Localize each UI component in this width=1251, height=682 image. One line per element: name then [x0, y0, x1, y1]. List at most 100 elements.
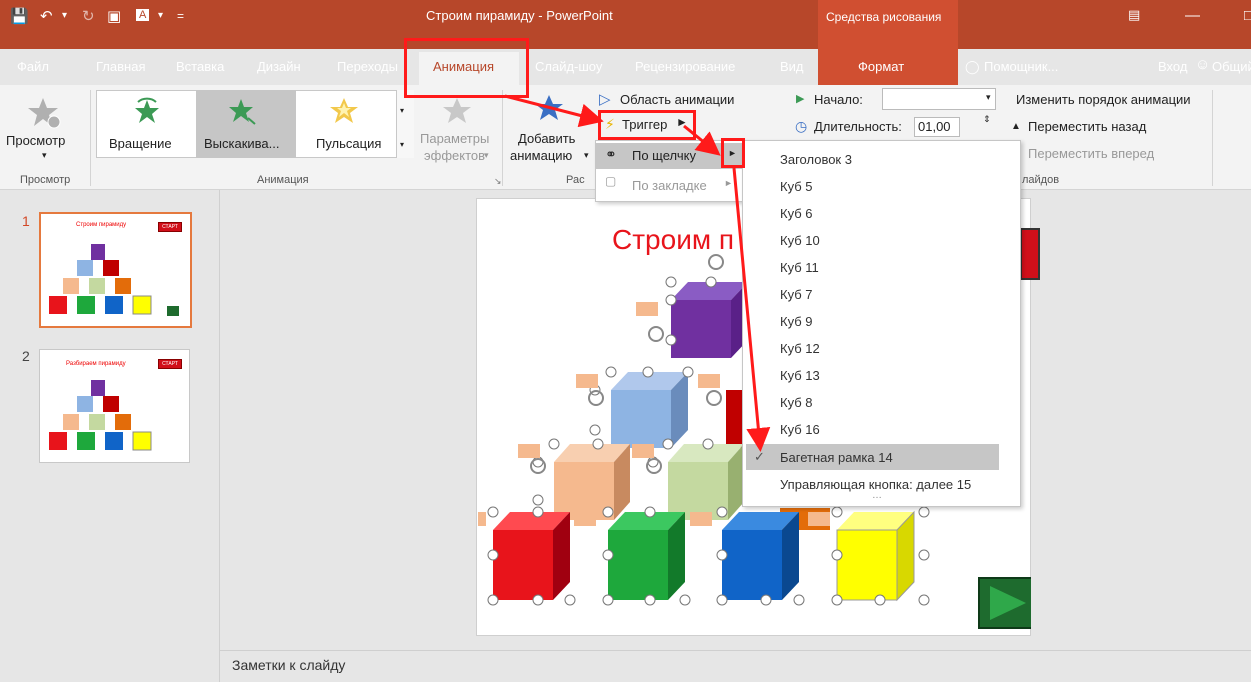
tab-insert[interactable]: Вставка: [176, 59, 224, 74]
slide-number-2: 2: [22, 348, 30, 364]
thumb-2-start: СТАРТ: [158, 359, 182, 369]
list-item[interactable]: Куб 5: [780, 179, 813, 194]
move-forward-button: Переместить вперед: [1028, 146, 1155, 161]
save-icon[interactable]: 💾: [10, 7, 29, 25]
tab-design[interactable]: Дизайн: [257, 59, 301, 74]
list-item[interactable]: Куб 11: [780, 260, 819, 275]
redo-icon: ↻: [82, 8, 95, 25]
animation-pane-button[interactable]: Область анимации: [620, 92, 734, 107]
list-item[interactable]: Куб 7: [780, 287, 813, 302]
thumb-2-pyramid: [49, 380, 152, 451]
check-icon: ✓: [754, 449, 765, 464]
signin-link[interactable]: Вход: [1158, 59, 1187, 74]
resize-grip-icon[interactable]: …: [872, 490, 882, 501]
present-icon[interactable]: ▣: [107, 7, 121, 25]
menu-on-bookmark: По закладке: [632, 178, 707, 193]
tab-review[interactable]: Рецензирование: [635, 59, 735, 74]
list-item[interactable]: Куб 8: [780, 395, 813, 410]
undo-dropdown-icon[interactable]: ▾: [62, 10, 67, 21]
list-item[interactable]: Куб 9: [780, 314, 813, 329]
lightbulb-icon: ◯: [965, 59, 980, 74]
tab-transitions[interactable]: Переходы: [337, 59, 398, 74]
animation-group-label: Анимация: [257, 174, 309, 186]
start-dropdown[interactable]: [882, 88, 996, 110]
tab-file[interactable]: Файл: [17, 59, 49, 74]
add-animation-label-2[interactable]: анимацию: [510, 148, 572, 163]
duration-input[interactable]: 01,00: [914, 117, 960, 137]
start-dropdown-icon[interactable]: ▾: [986, 92, 991, 103]
drawing-tools-label: Средства рисования: [826, 10, 942, 24]
duration-label: Длительность:: [814, 119, 902, 134]
preview-dropdown-icon[interactable]: ▾: [42, 150, 47, 161]
list-item[interactable]: Куб 6: [780, 206, 813, 221]
anim-popup-label[interactable]: Выскакива...: [204, 136, 280, 151]
duration-spinner-icon[interactable]: ⇕: [983, 114, 991, 125]
reorder-label: Изменить порядок анимации: [1016, 92, 1191, 107]
advanced-animation-group-label: Рас: [566, 174, 585, 186]
tab-slideshow[interactable]: Слайд-шоу: [535, 59, 602, 74]
annotation-box-onclick: [721, 138, 745, 168]
font-color-icon[interactable]: A: [136, 9, 150, 21]
preview-group-label: Просмотр: [20, 174, 71, 186]
list-item[interactable]: Заголовок 3: [780, 152, 852, 167]
notes-pane[interactable]: [220, 650, 1251, 682]
start-label: Начало:: [814, 92, 863, 107]
start-icon: ▶: [796, 93, 805, 105]
mouse-icon: ⚭: [605, 146, 617, 162]
title-bar: 💾 ↶ ▾ ↻ ▣ A ▾ = Строим пирамиду - PowerP…: [0, 0, 1251, 49]
ribbon-options-icon[interactable]: ▤: [1128, 7, 1140, 23]
effect-options-label-2: эффектов: [424, 148, 486, 163]
maximize-icon[interactable]: □: [1244, 7, 1251, 24]
thumb-1-start: СТАРТ: [158, 222, 182, 232]
anim-rotate-label[interactable]: Вращение: [109, 136, 172, 151]
list-item[interactable]: Куб 10: [780, 233, 820, 248]
dialog-launcher-icon[interactable]: ↘: [494, 176, 502, 187]
thumb-1-title: Строим пирамиду: [76, 222, 127, 228]
thumb-1-pyramid: [49, 244, 179, 316]
share-button[interactable]: Общий: [1212, 59, 1251, 74]
divider: [1212, 90, 1213, 186]
thumb-2-title: Разбираем пирамиду: [66, 361, 126, 367]
move-back-button[interactable]: Переместить назад: [1028, 119, 1146, 134]
pulse-anim-icon[interactable]: [329, 96, 359, 126]
list-item[interactable]: Багетная рамка 14: [780, 450, 893, 465]
animation-pane-icon[interactable]: ▷: [599, 90, 611, 108]
anim-pulse-label[interactable]: Пульсация: [316, 136, 381, 151]
tell-me-field[interactable]: Помощник...: [984, 59, 1058, 74]
notes-placeholder[interactable]: Заметки к слайду: [232, 657, 345, 673]
gallery-down-icon[interactable]: ▾: [400, 106, 404, 115]
bookmark-icon: ▢: [605, 174, 617, 188]
preview-star-icon[interactable]: [28, 96, 62, 130]
tab-home[interactable]: Главная: [96, 59, 145, 74]
divider: [502, 90, 503, 186]
customize-qat-icon[interactable]: =: [177, 9, 184, 23]
rotate-anim-icon[interactable]: [132, 96, 162, 126]
move-back-icon[interactable]: ▲: [1011, 121, 1021, 132]
tab-view[interactable]: Вид: [780, 59, 804, 74]
list-item[interactable]: Куб 16: [780, 422, 820, 437]
list-item[interactable]: Куб 12: [780, 341, 820, 356]
share-icon[interactable]: ☺: [1195, 56, 1210, 73]
timing-group-label: лайдов: [1022, 174, 1060, 186]
clock-icon: ◷: [795, 118, 808, 134]
gallery-scrollbar[interactable]: [396, 90, 414, 158]
divider: [90, 90, 91, 186]
list-item[interactable]: Куб 13: [780, 368, 820, 383]
tab-format[interactable]: Формат: [858, 59, 904, 74]
effect-options-star-icon: [443, 98, 471, 123]
undo-icon[interactable]: ↶: [40, 7, 53, 25]
add-animation-dropdown-icon[interactable]: ▾: [584, 150, 589, 161]
font-color-dropdown-icon[interactable]: ▾: [158, 10, 163, 21]
add-animation-star-icon[interactable]: [532, 92, 566, 126]
popup-anim-icon[interactable]: [228, 96, 258, 126]
effect-options-dropdown-icon: ▾: [484, 150, 489, 160]
gallery-more-icon[interactable]: ▾: [400, 140, 404, 149]
slide-number-1: 1: [22, 213, 30, 229]
minimize-icon[interactable]: —: [1185, 7, 1200, 24]
start-frame-button[interactable]: [1020, 228, 1040, 280]
annotation-box-trigger: [598, 110, 696, 140]
menu-on-click[interactable]: По щелчку: [632, 148, 696, 163]
add-animation-label-1[interactable]: Добавить: [518, 131, 575, 146]
effect-options-label-1: Параметры: [420, 131, 490, 146]
preview-button[interactable]: Просмотр: [6, 133, 65, 148]
